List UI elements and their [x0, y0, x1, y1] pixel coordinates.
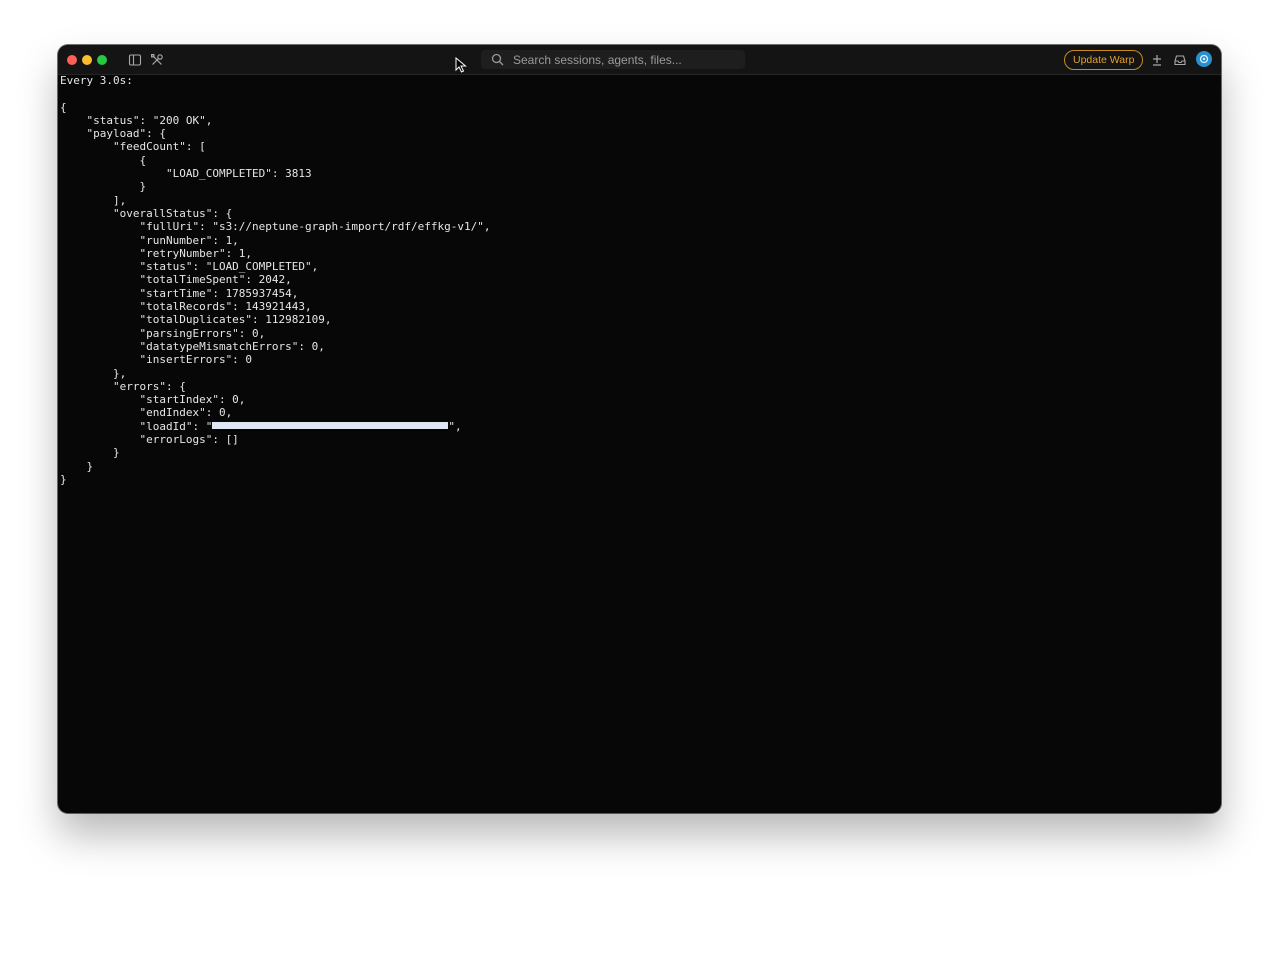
terminal-line: "totalTimeSpent": 2042, [60, 273, 292, 287]
zoom-window-button[interactable] [97, 55, 107, 65]
mouse-cursor-icon [455, 56, 467, 73]
terminal-line: "errors": { [60, 379, 186, 393]
json-output: { "status": "200 OK", "payload": { "feed… [60, 101, 1210, 420]
terminal-line: "datatypeMismatchErrors": 0, [60, 339, 325, 353]
terminal-line: "totalRecords": 143921443, [60, 300, 312, 314]
terminal-line: "LOAD_COMPLETED": 3813 [60, 167, 312, 181]
terminal-line: "status": "LOAD_COMPLETED", [60, 260, 319, 274]
terminal-line: { [60, 100, 67, 114]
redacted-load-id [212, 421, 449, 429]
inbox-icon[interactable] [1173, 53, 1187, 67]
terminal-line: } [60, 459, 94, 473]
close-window-button[interactable] [67, 55, 77, 65]
terminal-line: "startIndex": 0, [60, 393, 246, 407]
terminal-line: "endIndex": 0, [60, 406, 233, 420]
terminal-line: } [60, 446, 120, 460]
terminal-line: "parsingErrors": 0, [60, 326, 266, 340]
loadid-suffix: ", [448, 419, 462, 433]
loadid-prefix: "loadId": " [60, 419, 213, 433]
terminal-window: Update Warp Every 3.0s: { "status": "200 [58, 45, 1221, 813]
terminal-line: { [60, 153, 147, 167]
terminal-line: "runNumber": 1, [60, 233, 239, 247]
terminal-line: "status": "200 OK", [60, 113, 213, 127]
json-output-closing: "errorLogs": [] } }} [60, 433, 1210, 486]
watch-header: Every 3.0s: [60, 74, 133, 87]
terminal-line: "feedCount": [ [60, 140, 206, 154]
title-bar: Update Warp [58, 45, 1221, 75]
terminal-line: "errorLogs": [] [60, 433, 239, 447]
terminal-line: "startTime": 1785937454, [60, 286, 299, 300]
terminal-line: "fullUri": "s3://neptune-graph-import/rd… [60, 220, 491, 234]
search-input[interactable] [513, 51, 738, 68]
settings-icon[interactable] [1196, 51, 1212, 67]
terminal-line: } [60, 180, 147, 194]
terminal-output[interactable]: Every 3.0s: { "status": "200 OK", "paylo… [60, 74, 1210, 804]
update-warp-button[interactable]: Update Warp [1064, 50, 1144, 70]
terminal-line: }, [60, 366, 127, 380]
terminal-line: "totalDuplicates": 112982109, [60, 313, 332, 327]
terminal-line: ], [60, 193, 127, 207]
terminal-line: "payload": { [60, 127, 166, 141]
command-search-box[interactable] [481, 50, 745, 69]
terminal-line: "overallStatus": { [60, 206, 233, 220]
add-pane-icon[interactable] [1150, 53, 1164, 67]
sidebar-toggle-icon[interactable] [128, 53, 142, 67]
terminal-line: } [60, 472, 67, 486]
tools-icon[interactable] [150, 53, 164, 67]
terminal-line: "retryNumber": 1, [60, 246, 253, 260]
search-icon [491, 53, 504, 66]
minimize-window-button[interactable] [82, 55, 92, 65]
terminal-line: "insertErrors": 0 [60, 353, 253, 367]
terminal-line-loadid: "loadId": " ", [60, 420, 1210, 433]
